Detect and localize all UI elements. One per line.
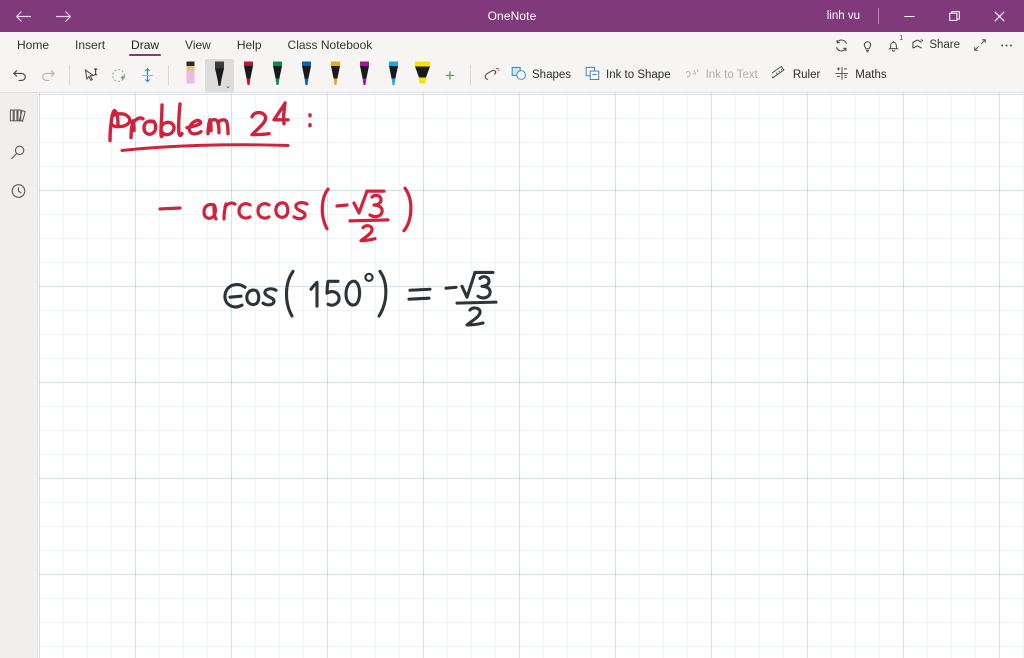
toolbar-divider-3 [470, 65, 471, 85]
shapes-icon [511, 66, 527, 84]
title-bar-right: linh vu [817, 0, 1024, 32]
share-label: Share [929, 39, 960, 51]
notifications-icon[interactable]: 1 [881, 33, 905, 57]
forward-button[interactable] [46, 3, 80, 29]
account-name[interactable]: linh vu [817, 10, 870, 22]
tab-home[interactable]: Home [4, 32, 62, 58]
share-button[interactable]: Share [907, 37, 966, 54]
pen-blue[interactable] [292, 59, 321, 92]
ruler-button[interactable]: Ruler [767, 60, 829, 90]
notification-badge: 1 [899, 33, 904, 42]
tab-help[interactable]: Help [224, 32, 275, 58]
more-options-icon[interactable] [994, 33, 1018, 57]
ruler-label: Ruler [792, 69, 821, 81]
highlighter-yellow[interactable] [408, 59, 437, 92]
pen-palette: ⌄ + [176, 58, 463, 92]
add-pen-button[interactable]: + [437, 60, 463, 90]
ink-to-shape-button[interactable]: Ink to Shape [580, 60, 680, 90]
pen-magenta[interactable] [350, 59, 379, 92]
pen-green[interactable] [263, 59, 292, 92]
tab-insert[interactable]: Insert [62, 32, 118, 58]
share-icon [911, 37, 925, 54]
sync-icon[interactable] [829, 33, 853, 57]
tab-draw[interactable]: Draw [118, 32, 172, 58]
pen-options-chevron-icon[interactable]: ⌄ [225, 83, 231, 90]
restore-button[interactable] [932, 0, 977, 32]
lasso-select-button[interactable] [77, 60, 105, 90]
ribbon-right-actions: 1 Share [829, 32, 1024, 58]
pen-red[interactable] [234, 59, 263, 92]
ink-to-shape-icon [585, 66, 601, 84]
pen-cyan[interactable] [379, 59, 408, 92]
shapes-label: Shapes [532, 69, 572, 81]
maths-button[interactable]: Maths [829, 60, 895, 90]
maths-icon [834, 66, 850, 84]
search-icon[interactable] [4, 139, 34, 167]
onenote-window: OneNote linh vu Home Insert Draw View He… [0, 0, 1024, 658]
ink-to-shape-label: Ink to Shape [606, 69, 671, 81]
notebooks-icon[interactable] [4, 101, 34, 129]
title-bar: OneNote linh vu [0, 0, 1024, 32]
note-canvas[interactable] [38, 93, 1024, 658]
ink-stroke-heading-underline [120, 143, 290, 152]
ruler-icon [769, 65, 788, 84]
tab-view[interactable]: View [172, 32, 224, 58]
pen-black[interactable]: ⌄ [205, 58, 234, 92]
eraser-button[interactable] [478, 60, 506, 90]
ink-to-text-icon [685, 66, 701, 84]
lasso-add-button[interactable] [105, 60, 133, 90]
app-body [0, 93, 1024, 658]
pen-gold[interactable] [321, 59, 350, 92]
ink-to-text-button[interactable]: Ink to Text [680, 60, 767, 90]
shapes-button[interactable]: Shapes [506, 60, 580, 90]
redo-button[interactable] [34, 60, 62, 90]
navigation-rail [0, 93, 38, 658]
minimize-button[interactable] [887, 0, 932, 32]
title-bar-navigation [0, 3, 80, 29]
ribbon-tabs: Home Insert Draw View Help Class Noteboo… [0, 32, 385, 58]
lightbulb-icon[interactable] [855, 33, 879, 57]
maths-label: Maths [855, 69, 887, 81]
undo-button[interactable] [6, 60, 34, 90]
insert-space-button[interactable] [133, 60, 161, 90]
draw-toolbar: ⌄ + Shapes Ink to Shape Ink to Text Rule… [0, 58, 1024, 93]
pen-pencil[interactable] [176, 59, 205, 92]
ink-content [38, 93, 1024, 658]
recent-icon[interactable] [4, 177, 34, 205]
ink-to-text-label: Ink to Text [705, 69, 758, 81]
toolbar-divider [69, 65, 70, 85]
ink-stroke-problem-heading [108, 101, 312, 143]
ink-stroke-arccos-expression [158, 186, 413, 243]
close-button[interactable] [977, 0, 1022, 32]
tab-class-notebook[interactable]: Class Notebook [275, 32, 386, 58]
toolbar-divider-2 [168, 65, 169, 85]
back-button[interactable] [6, 3, 40, 29]
fullscreen-icon[interactable] [968, 33, 992, 57]
ribbon-tabs-bar: Home Insert Draw View Help Class Noteboo… [0, 32, 1024, 58]
ink-stroke-cos-equation [223, 269, 498, 327]
title-bar-divider [878, 8, 879, 24]
